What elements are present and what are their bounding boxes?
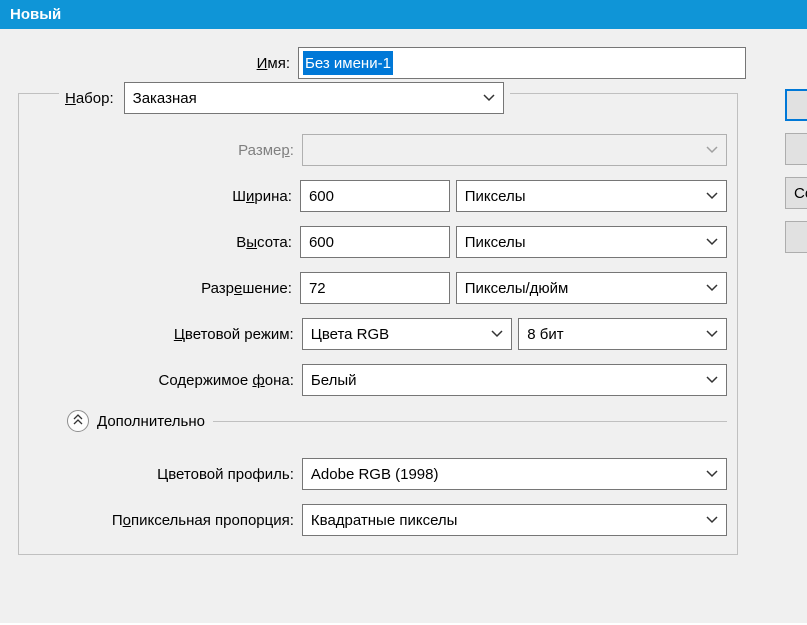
name-row: Имя: Без имени-1 (18, 47, 807, 79)
height-unit-value: Пикселы (465, 234, 526, 251)
dialog-titlebar: Новый (0, 0, 807, 29)
delete-preset-button[interactable] (785, 221, 807, 253)
chevron-down-icon (706, 376, 718, 384)
chevron-down-icon (706, 330, 718, 338)
chevron-down-icon (706, 146, 718, 154)
color-mode-label: Цветовой режим: (29, 326, 302, 343)
preset-legend: Набор: Заказная (59, 82, 510, 114)
resolution-input[interactable] (300, 272, 450, 304)
chevron-down-icon (706, 470, 718, 478)
color-profile-select[interactable]: Adobe RGB (1998) (302, 458, 727, 490)
cancel-button[interactable] (785, 133, 807, 165)
bit-depth-select[interactable]: 8 бит (518, 318, 727, 350)
divider (213, 421, 727, 422)
pixel-aspect-select[interactable]: Квадратные пикселы (302, 504, 727, 536)
width-unit-select[interactable]: Пикселы (456, 180, 727, 212)
chevron-down-icon (706, 238, 718, 246)
dialog-client: Имя: Без имени-1 Набор: Заказная Размер: (0, 29, 807, 623)
color-profile-label: Цветовой профиль: (29, 466, 302, 483)
chevron-down-icon (483, 94, 495, 102)
size-select (302, 134, 727, 166)
resolution-unit-select[interactable]: Пикселы/дюйм (456, 272, 727, 304)
save-preset-button[interactable]: Со (785, 177, 807, 209)
color-mode-select[interactable]: Цвета RGB (302, 318, 513, 350)
pixel-aspect-value: Квадратные пикселы (311, 512, 458, 529)
chevron-down-icon (706, 284, 718, 292)
advanced-label: Дополнительно (97, 413, 205, 430)
ok-button[interactable] (785, 89, 807, 121)
height-label: Высота: (29, 234, 300, 251)
name-input-wrap: Без имени-1 (298, 47, 746, 79)
resolution-row: Разрешение: Пикселы/дюйм (29, 272, 727, 304)
height-row: Высота: Пикселы (29, 226, 727, 258)
side-buttons: Со (785, 89, 807, 253)
name-selection: Без имени-1 (303, 51, 393, 75)
preset-label: Набор: (65, 90, 114, 107)
width-unit-value: Пикселы (465, 188, 526, 205)
resolution-label: Разрешение: (29, 280, 300, 297)
color-mode-row: Цветовой режим: Цвета RGB 8 бит (29, 318, 727, 350)
dialog-title: Новый (10, 6, 61, 23)
resolution-unit-value: Пикселы/дюйм (465, 280, 569, 297)
name-label: Имя: (18, 55, 298, 72)
chevron-down-icon (706, 516, 718, 524)
bit-depth-value: 8 бит (527, 326, 563, 343)
width-label: Ширина: (29, 188, 300, 205)
background-select[interactable]: Белый (302, 364, 727, 396)
double-chevron-up-icon (73, 414, 83, 429)
color-profile-value: Adobe RGB (1998) (311, 466, 439, 483)
height-unit-select[interactable]: Пикселы (456, 226, 727, 258)
pixel-aspect-label: Попиксельная пропорция: (29, 512, 302, 529)
height-input[interactable] (300, 226, 450, 258)
size-row: Размер: (29, 134, 727, 166)
background-label: Содержимое фона: (29, 372, 302, 389)
preset-select[interactable]: Заказная (124, 82, 504, 114)
width-input[interactable] (300, 180, 450, 212)
width-row: Ширина: Пикселы (29, 180, 727, 212)
preset-fieldset: Набор: Заказная Размер: Ширина: (18, 93, 738, 555)
chevron-down-icon (491, 330, 503, 338)
color-mode-value: Цвета RGB (311, 326, 389, 343)
preset-value: Заказная (133, 90, 197, 107)
advanced-row: Дополнительно (67, 410, 727, 432)
pixel-aspect-row: Попиксельная пропорция: Квадратные пиксе… (29, 504, 727, 536)
size-label: Размер: (29, 142, 302, 159)
background-value: Белый (311, 372, 357, 389)
color-profile-row: Цветовой профиль: Adobe RGB (1998) (29, 458, 727, 490)
advanced-toggle[interactable] (67, 410, 89, 432)
background-row: Содержимое фона: Белый (29, 364, 727, 396)
chevron-down-icon (706, 192, 718, 200)
